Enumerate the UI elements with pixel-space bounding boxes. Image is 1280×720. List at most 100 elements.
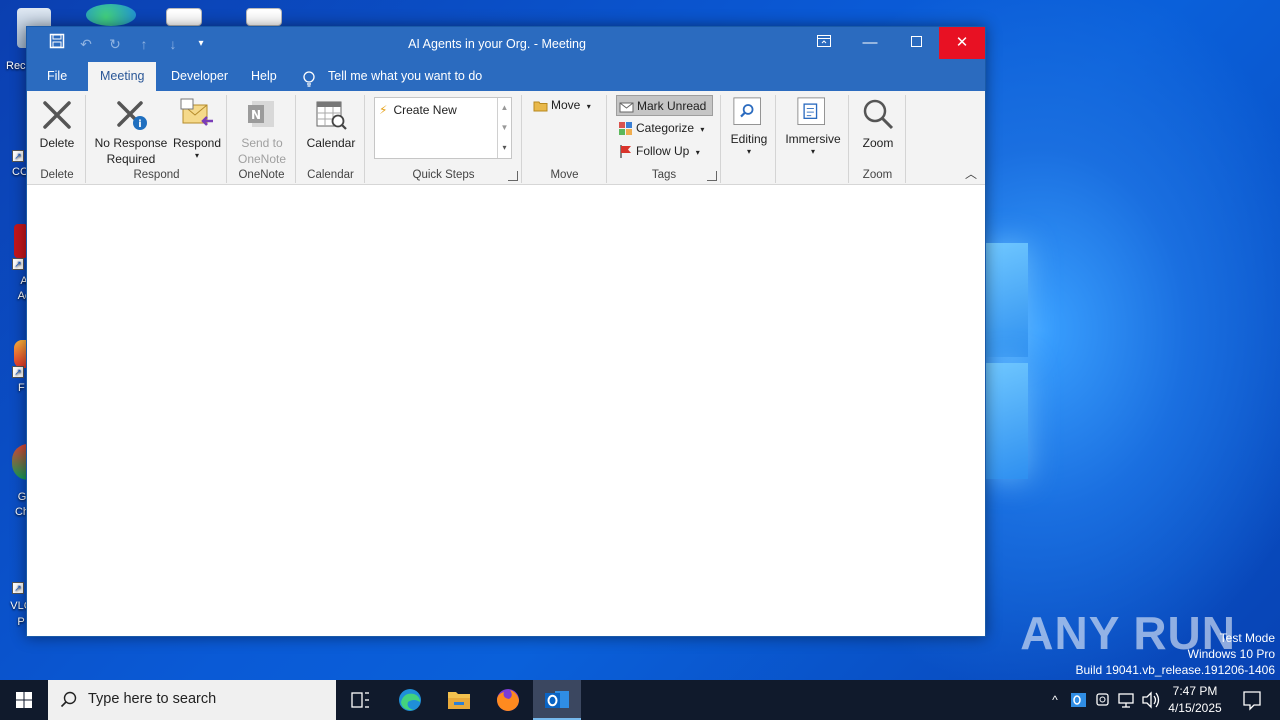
taskbar-firefox[interactable]	[484, 680, 532, 720]
meeting-body[interactable]	[27, 185, 985, 636]
find-icon	[733, 97, 761, 125]
shortcut-arrow-icon: ↗	[12, 366, 24, 378]
ribbon: Delete Delete i No Response Required Res…	[27, 91, 985, 185]
respond-label: Respond	[172, 136, 222, 150]
send-to-onenote-button[interactable]: N Send to OneNote	[232, 95, 292, 167]
mark-unread-button[interactable]: Mark Unread	[616, 95, 713, 116]
windows-edition-line: Windows 10 Pro	[1187, 647, 1275, 661]
immersive-reader-button[interactable]: Immersive ▾	[781, 95, 845, 157]
gallery-scroll-up[interactable]: ▲	[497, 98, 511, 118]
gallery-more-button[interactable]: ▾	[497, 138, 511, 158]
window-title: AI Agents in your Org. - Meeting	[408, 37, 586, 51]
save-icon[interactable]	[45, 33, 69, 55]
maximize-button[interactable]	[893, 27, 939, 59]
flag-icon	[620, 145, 631, 158]
redo-icon[interactable]: ↻	[103, 33, 127, 55]
taskbar-clock[interactable]: 7:47 PM 4/15/2025	[1162, 683, 1228, 717]
windows-logo-icon	[16, 692, 32, 708]
group-tags: Mark Unread Categorize ▾ Follow Up ▾ Tag…	[608, 95, 721, 183]
show-hidden-icons-button[interactable]: ^	[1044, 680, 1066, 720]
svg-text:N: N	[251, 108, 261, 122]
delete-button[interactable]: Delete	[35, 95, 79, 151]
immersive-reader-icon	[797, 97, 825, 125]
taskbar-edge[interactable]	[386, 680, 434, 720]
taskbar-search-box[interactable]: Type here to search	[48, 680, 336, 720]
move-button[interactable]: Move ▾	[531, 95, 591, 116]
tell-me-placeholder: Tell me what you want to do	[328, 69, 483, 83]
calendar-icon	[316, 101, 347, 130]
tray-volume-icon[interactable]	[1140, 680, 1162, 720]
follow-up-button[interactable]: Follow Up ▾	[616, 141, 700, 162]
customize-qat-icon[interactable]: ▾	[189, 33, 213, 55]
minimize-button[interactable]: —	[847, 27, 893, 59]
start-button[interactable]	[0, 680, 48, 720]
close-button[interactable]: ✕	[939, 27, 985, 59]
test-mode-notice: Test Mode Windows 10 Pro Build 19041.vb_…	[1076, 630, 1276, 678]
editing-button[interactable]: Editing ▾	[724, 95, 774, 157]
next-item-icon[interactable]: ↓	[161, 33, 185, 55]
lightning-icon: ⚡	[379, 103, 388, 117]
desktop-icon-file-2[interactable]	[244, 8, 284, 28]
tray-outlook-icon[interactable]	[1068, 680, 1090, 720]
tab-file[interactable]: File	[35, 62, 79, 91]
group-label-move: Move	[550, 169, 579, 181]
zoom-button[interactable]: Zoom	[854, 95, 902, 151]
previous-item-icon[interactable]: ↑	[132, 33, 156, 55]
edge-icon	[399, 689, 421, 711]
tab-meeting[interactable]: Meeting	[88, 62, 157, 91]
move-label: Move	[551, 98, 581, 112]
tab-help[interactable]: Help	[239, 62, 289, 91]
delete-x-icon	[43, 101, 71, 129]
desktop-icon-edge[interactable]	[86, 4, 136, 28]
group-label-respond: Respond	[133, 169, 180, 181]
chevron-down-icon: ▾	[746, 147, 751, 156]
outlook-tray-icon	[1071, 693, 1086, 707]
shortcut-arrow-icon: ↗	[12, 258, 24, 270]
taskbar-outlook[interactable]	[533, 680, 581, 720]
chevron-down-icon: ▾	[700, 125, 705, 134]
taskbar: Type here to search ^ 7:47 PM 4/15/2025	[0, 680, 1280, 720]
title-bar[interactable]: ↶ ↻ ↑ ↓ ▾ AI Agents in your Org. - Meeti…	[27, 27, 985, 60]
group-respond: i No Response Required Respond ▾ Respond	[87, 95, 227, 183]
quick-steps-gallery: ⚡ Create New ▲ ▼ ▾	[374, 97, 512, 159]
edge-icon	[86, 4, 136, 26]
undo-icon[interactable]: ↶	[74, 33, 98, 55]
group-calendar: Calendar Calendar	[297, 95, 365, 183]
task-view-button[interactable]	[336, 680, 384, 720]
document-icon	[246, 8, 282, 26]
group-label-delete: Delete	[40, 169, 74, 181]
send-to-onenote-label-2: OneNote	[237, 152, 287, 166]
group-onenote: N Send to OneNote OneNote	[228, 95, 296, 183]
search-icon	[60, 691, 77, 708]
respond-button[interactable]: Respond ▾	[171, 95, 223, 161]
group-zoom: Zoom Zoom	[850, 95, 906, 183]
folder-icon	[448, 692, 470, 709]
action-center-button[interactable]	[1232, 680, 1272, 720]
categorize-button[interactable]: Categorize ▾	[616, 118, 704, 139]
envelope-icon	[619, 102, 634, 113]
collapse-ribbon-icon[interactable]: ︿	[965, 165, 977, 182]
desktop-icon-file[interactable]	[164, 8, 204, 28]
tab-developer[interactable]: Developer	[159, 62, 240, 91]
shortcut-arrow-icon: ↗	[12, 150, 24, 162]
tray-network-icon[interactable]	[1116, 680, 1138, 720]
calendar-button[interactable]: Calendar	[301, 95, 361, 151]
lightbulb-icon	[302, 69, 316, 87]
tell-me-search[interactable]: Tell me what you want to do	[302, 62, 482, 91]
ribbon-display-options-icon[interactable]	[801, 27, 847, 59]
wallpaper-logo-pane	[986, 363, 1028, 479]
svg-text:i: i	[138, 119, 141, 130]
group-label-quick-steps: Quick Steps	[412, 169, 475, 181]
gallery-scroll-down[interactable]: ▼	[497, 118, 511, 138]
desktop-icon-label: Rec	[6, 60, 26, 72]
group-label-tags: Tags	[651, 169, 677, 181]
quick-step-create-new[interactable]: ⚡ Create New	[379, 103, 457, 117]
tray-camera-icon[interactable]	[1092, 680, 1114, 720]
desktop-icon-label: F	[18, 382, 25, 394]
wallpaper-logo-pane	[986, 243, 1028, 357]
calendar-label: Calendar	[306, 136, 356, 150]
no-response-required-button[interactable]: i No Response Required	[91, 95, 171, 167]
taskbar-file-explorer[interactable]	[435, 680, 483, 720]
editing-label: Editing	[730, 132, 768, 146]
firefox-icon	[497, 689, 519, 711]
